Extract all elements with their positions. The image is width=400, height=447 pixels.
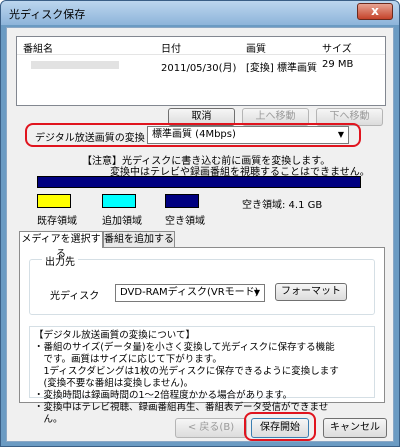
dropdown-arrow-icon: ▼ <box>337 130 344 139</box>
disc-type-value: DVD-RAMディスク(VRモード) <box>120 287 259 298</box>
program-list[interactable]: 番組名 日付 画質 サイズ 2011/05/30(月) [変換] 標準画質 29… <box>16 36 386 106</box>
notes-line: ・番組のサイズ(データ量)を小さく変換して光ディスクに保存する機能 <box>34 342 335 353</box>
column-header-title[interactable]: 番組名 <box>23 40 53 55</box>
added-area-swatch <box>102 194 136 208</box>
redacted-program-title <box>31 61 119 69</box>
column-header-size[interactable]: サイズ <box>322 40 352 55</box>
disc-type-select[interactable]: DVD-RAMディスク(VRモード) ▼ <box>115 284 265 302</box>
back-button[interactable]: < 戻る(B) <box>175 418 247 438</box>
format-button[interactable]: フォーマット <box>275 283 347 301</box>
column-header-quality[interactable]: 画質 <box>246 40 266 55</box>
tab-panel: 出力先 光ディスク DVD-RAMディスク(VRモード) ▼ フォーマット 【デ… <box>19 247 385 425</box>
notes-line: ・変換中はテレビ視聴、録画番組再生、番組表データ受信ができませ <box>34 402 329 413</box>
row-date: 2011/05/30(月) <box>161 63 237 74</box>
dialog-body: 番組名 日付 画質 サイズ 2011/05/30(月) [変換] 標準画質 29… <box>6 27 394 442</box>
dropdown-arrow-icon: ▼ <box>253 288 260 297</box>
conversion-notes: 【デジタル放送画質の変換について】 ・番組のサイズ(データ量)を小さく変換して光… <box>29 326 375 425</box>
dialog-window: 光ディスク保存 x 番組名 日付 画質 サイズ 2011/05/30(月) [変… <box>0 0 400 447</box>
conversion-quality-value: 標準画質 (4Mbps) <box>152 129 236 140</box>
notes-line: 1ディスクダビングは1枚の光ディスクに保存できるように変換します <box>34 366 339 377</box>
disc-capacity-bar <box>37 176 361 188</box>
window-title: 光ディスク保存 <box>9 8 86 21</box>
row-quality: [変換] 標準画質 <box>246 63 317 74</box>
free-space-text: 空き領域: 4.1 GB <box>242 200 323 211</box>
notes-line: 【デジタル放送画質の変換について】 <box>34 330 196 341</box>
row-size: 29 MB <box>322 59 354 70</box>
notes-line: (変換不要な番組は変換しません)。 <box>34 378 194 389</box>
disc-label: 光ディスク <box>50 291 100 302</box>
used-area-label: 既存領域 <box>37 216 77 227</box>
tab-select-media[interactable]: メディアを選択する <box>19 231 103 260</box>
added-area-label: 追加領域 <box>102 216 142 227</box>
notes-line: です。画質はサイズに応じて下がります。 <box>34 354 222 365</box>
conversion-quality-select[interactable]: 標準画質 (4Mbps) ▼ <box>147 126 349 144</box>
column-header-date[interactable]: 日付 <box>161 40 181 55</box>
used-area-swatch <box>37 194 71 208</box>
conversion-label: デジタル放送画質の変換 <box>35 133 145 144</box>
table-row[interactable]: 2011/05/30(月) [変換] 標準画質 29 MB <box>17 57 385 74</box>
notes-line: ・変換時間は録画時間の1〜2倍程度かかる場合があります。 <box>34 390 293 401</box>
free-area-label: 空き領域 <box>165 216 205 227</box>
start-save-button[interactable]: 保存開始 <box>251 418 309 438</box>
tab-container: メディアを選択する 番組を追加する 出力先 光ディスク DVD-RAMディスク(… <box>19 231 385 425</box>
title-bar: 光ディスク保存 x <box>1 1 399 25</box>
list-header: 番組名 日付 画質 サイズ <box>17 37 385 55</box>
tab-add-program[interactable]: 番組を追加する <box>103 231 175 247</box>
free-area-swatch <box>165 194 199 208</box>
close-button[interactable]: x <box>357 3 393 20</box>
cancel-button[interactable]: キャンセル <box>323 418 387 438</box>
